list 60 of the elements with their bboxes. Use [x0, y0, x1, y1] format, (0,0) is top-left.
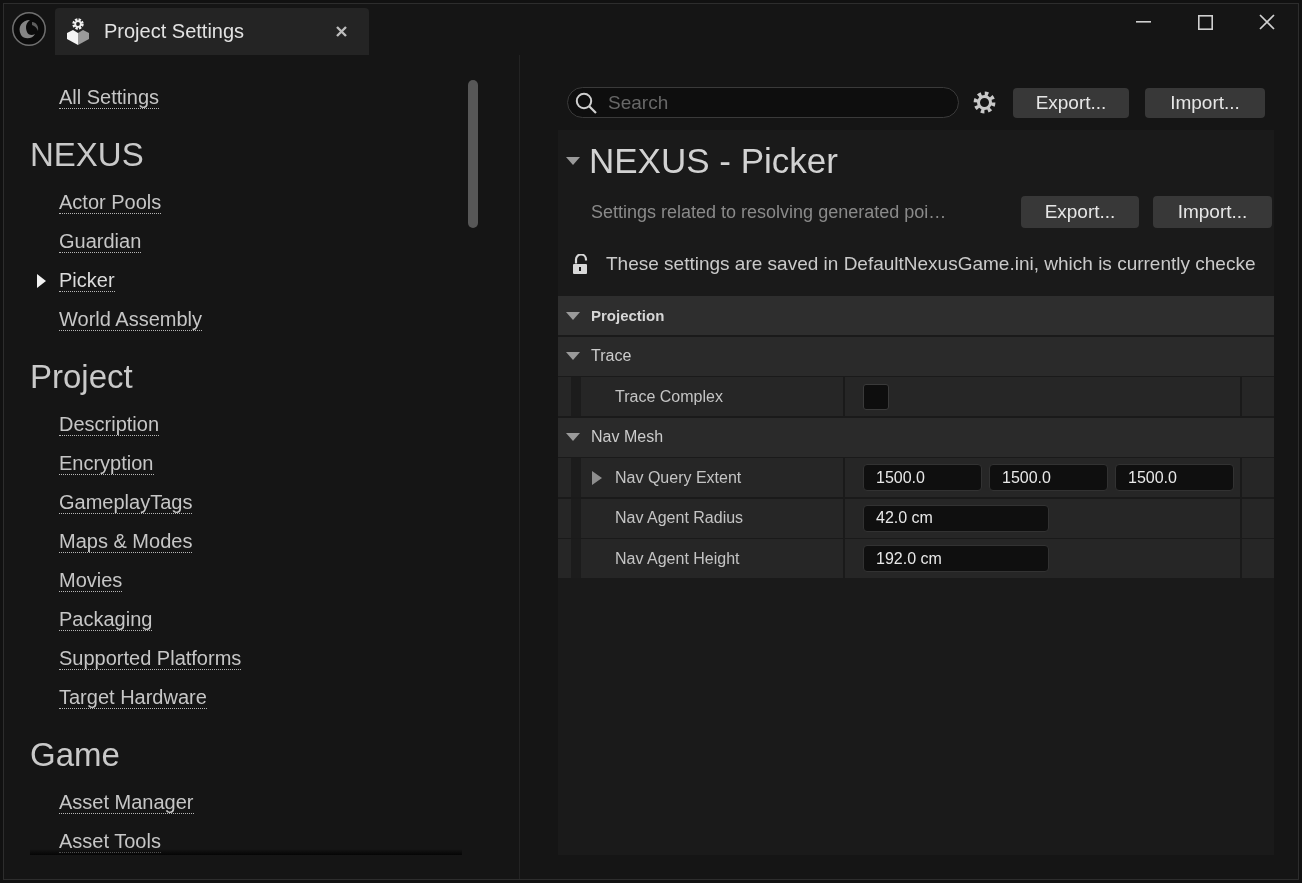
sidebar-link[interactable]: Movies	[59, 569, 123, 592]
category-header[interactable]: Projection	[558, 296, 1274, 335]
settings-icon[interactable]	[973, 91, 996, 114]
triangle-arrow-icon	[37, 273, 46, 288]
caret-icon[interactable]	[566, 311, 580, 320]
sidebar-link[interactable]: Actor Pools	[59, 191, 162, 214]
section-title: NEXUS - Picker	[589, 141, 838, 181]
tab-close-button[interactable]	[336, 26, 347, 37]
number-field[interactable]: 1500.0	[989, 464, 1108, 491]
number-field[interactable]: 192.0 cm	[863, 545, 1049, 572]
caret-icon[interactable]	[566, 433, 580, 441]
search-icon	[575, 92, 597, 114]
caret-icon[interactable]	[566, 352, 580, 360]
section-heading: Game	[29, 735, 120, 775]
sidebar-link[interactable]: Target Hardware	[59, 686, 207, 709]
minimize-icon	[1135, 21, 1151, 23]
section-heading: Project	[29, 357, 133, 397]
sidebar-link[interactable]: GameplayTags	[59, 491, 193, 514]
sidebar-link[interactable]: Maps & Modes	[59, 530, 193, 553]
category-label: Projection	[591, 307, 665, 324]
property-label: Trace Complex	[615, 387, 723, 406]
property-label: Nav Agent Radius	[615, 509, 744, 527]
sidebar-link[interactable]: Asset Tools	[59, 830, 161, 853]
checkbox[interactable]	[863, 383, 889, 410]
import-button[interactable]: Import...	[1153, 196, 1272, 228]
gear-box-icon	[66, 18, 90, 45]
sidebar-link[interactable]: Encryption	[59, 452, 154, 475]
category-label: Nav Mesh	[591, 428, 664, 446]
padlock-open-icon[interactable]	[572, 254, 590, 274]
number-field[interactable]: 42.0 cm	[863, 504, 1049, 532]
export-button[interactable]: Export...	[1021, 196, 1139, 228]
sidebar-link[interactable]: Picker	[59, 269, 115, 292]
property-label: Nav Query Extent	[615, 468, 742, 487]
sidebar-link[interactable]: Packaging	[59, 608, 153, 631]
maximize-icon	[1197, 14, 1213, 30]
close-icon	[336, 26, 347, 37]
close-icon	[1259, 14, 1275, 30]
category-header[interactable]: Nav Mesh	[558, 417, 1274, 457]
category-header[interactable]: Trace	[558, 336, 1274, 376]
sidebar-link[interactable]: World Assembly	[59, 308, 202, 331]
number-field[interactable]: 1500.0	[1115, 464, 1234, 491]
caret-icon[interactable]	[592, 470, 602, 485]
notice-text: These settings are saved in DefaultNexusGame.ini, which is currently checke	[606, 253, 1256, 275]
sidebar-link[interactable]: All Settings	[59, 86, 160, 109]
section-heading: NEXUS	[29, 135, 144, 175]
sidebar-link[interactable]: Guardian	[59, 230, 142, 253]
search-field[interactable]: Search	[567, 87, 959, 118]
sidebar-link[interactable]: Asset Manager	[59, 791, 194, 814]
section-description: Settings related to resolving generated poi…	[591, 201, 948, 223]
import-button[interactable]: Import...	[1145, 87, 1265, 118]
sidebar-link[interactable]: Description	[59, 413, 160, 436]
property-label: Nav Agent Height	[615, 549, 740, 568]
scrollbar-thumb[interactable]	[468, 80, 478, 228]
category-label: Trace	[591, 347, 632, 365]
document-tab[interactable]: Project Settings	[55, 8, 369, 55]
export-button[interactable]: Export...	[1013, 87, 1129, 118]
caret-icon[interactable]	[566, 157, 580, 165]
sidebar-link[interactable]: Supported Platforms	[59, 647, 242, 670]
number-field[interactable]: 1500.0	[863, 464, 982, 491]
logo-icon[interactable]	[12, 12, 46, 46]
